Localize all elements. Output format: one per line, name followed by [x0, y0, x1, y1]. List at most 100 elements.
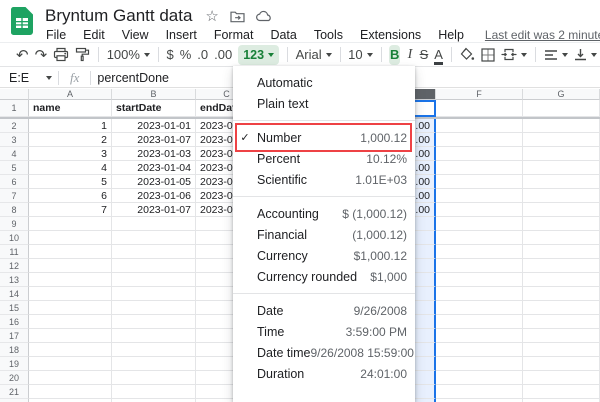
menu-item-date-time[interactable]: Date time 9/26/2008 15:59:00 [233, 342, 415, 363]
cell-F4[interactable] [436, 147, 523, 161]
menu-item-number[interactable]: ✓ Number 1,000.12 [233, 123, 415, 152]
redo-button[interactable]: ↷ [35, 45, 48, 65]
column-header-B[interactable]: B [112, 89, 196, 100]
last-edit-link[interactable]: Last edit was 2 minutes ago [485, 28, 600, 42]
cell-A11[interactable] [29, 245, 112, 259]
cell-F12[interactable] [436, 259, 523, 273]
paint-format-button[interactable] [75, 45, 90, 65]
cell-B5[interactable]: 2023-01-04 [112, 161, 196, 175]
cell-F10[interactable] [436, 231, 523, 245]
cell-F7[interactable] [436, 189, 523, 203]
cell-B4[interactable]: 2023-01-03 [112, 147, 196, 161]
cell-B1[interactable]: startDate [112, 100, 196, 117]
row-header-4[interactable]: 4 [0, 147, 29, 161]
merge-cells-button[interactable] [501, 45, 528, 65]
cell-G9[interactable] [523, 217, 600, 231]
menu-format[interactable]: Format [214, 28, 254, 42]
cell-F1[interactable] [436, 100, 523, 117]
menu-item-accounting[interactable]: Accounting $ (1,000.12) [233, 203, 415, 224]
row-header-20[interactable]: 20 [0, 371, 29, 385]
row-header-8[interactable]: 8 [0, 203, 29, 217]
row-header-11[interactable]: 11 [0, 245, 29, 259]
fill-color-button[interactable] [459, 45, 475, 65]
cell-A3[interactable]: 2 [29, 133, 112, 147]
cell-G12[interactable] [523, 259, 600, 273]
cell-A13[interactable] [29, 273, 112, 287]
cell-F19[interactable] [436, 357, 523, 371]
row-header-3[interactable]: 3 [0, 133, 29, 147]
cell-A20[interactable] [29, 371, 112, 385]
menu-item-plain-text[interactable]: Plain text [233, 93, 415, 114]
row-header-10[interactable]: 10 [0, 231, 29, 245]
cell-G8[interactable] [523, 203, 600, 217]
increase-decimal-button[interactable]: .00 [214, 45, 232, 65]
cell-A5[interactable]: 4 [29, 161, 112, 175]
cell-A10[interactable] [29, 231, 112, 245]
cell-A17[interactable] [29, 329, 112, 343]
column-header-A[interactable]: A [29, 89, 112, 100]
cell-F5[interactable] [436, 161, 523, 175]
column-header-F[interactable]: F [436, 89, 523, 100]
cell-B13[interactable] [112, 273, 196, 287]
cell-B18[interactable] [112, 343, 196, 357]
row-header-13[interactable]: 13 [0, 273, 29, 287]
cell-G19[interactable] [523, 357, 600, 371]
font-size-select[interactable]: 10 [348, 45, 373, 65]
row-header-14[interactable]: 14 [0, 287, 29, 301]
cell-G13[interactable] [523, 273, 600, 287]
row-header-15[interactable]: 15 [0, 301, 29, 315]
menu-insert[interactable]: Insert [166, 28, 197, 42]
cell-G14[interactable] [523, 287, 600, 301]
cell-B15[interactable] [112, 301, 196, 315]
menu-extensions[interactable]: Extensions [360, 28, 421, 42]
menu-item-time[interactable]: Time 3:59:00 PM [233, 321, 415, 342]
menu-item-percent[interactable]: Percent 10.12% [233, 148, 415, 169]
row-header-7[interactable]: 7 [0, 189, 29, 203]
cell-F17[interactable] [436, 329, 523, 343]
cell-F14[interactable] [436, 287, 523, 301]
menu-help[interactable]: Help [438, 28, 464, 42]
cell-B7[interactable]: 2023-01-06 [112, 189, 196, 203]
cell-B20[interactable] [112, 371, 196, 385]
cell-A16[interactable] [29, 315, 112, 329]
cell-F13[interactable] [436, 273, 523, 287]
cell-G15[interactable] [523, 301, 600, 315]
menu-item-automatic[interactable]: Automatic [233, 72, 415, 93]
menu-item-scientific[interactable]: Scientific 1.01E+03 [233, 169, 415, 190]
menu-tools[interactable]: Tools [314, 28, 343, 42]
row-header-9[interactable]: 9 [0, 217, 29, 231]
menu-item-currency-rounded[interactable]: Currency rounded $1,000 [233, 266, 415, 287]
row-header-6[interactable]: 6 [0, 175, 29, 189]
zoom-select[interactable]: 100% [107, 45, 150, 65]
cell-A4[interactable]: 3 [29, 147, 112, 161]
cell-F15[interactable] [436, 301, 523, 315]
cell-F11[interactable] [436, 245, 523, 259]
font-select[interactable]: Arial [296, 45, 332, 65]
row-header-5[interactable]: 5 [0, 161, 29, 175]
row-header-12[interactable]: 12 [0, 259, 29, 273]
cell-A21[interactable] [29, 385, 112, 399]
cell-G4[interactable] [523, 147, 600, 161]
menu-item-financial[interactable]: Financial (1,000.12) [233, 224, 415, 245]
cell-B2[interactable]: 2023-01-01 [112, 119, 196, 133]
cell-B16[interactable] [112, 315, 196, 329]
cell-F9[interactable] [436, 217, 523, 231]
sheets-logo-icon[interactable] [11, 7, 33, 35]
more-formats-button[interactable]: 123 [238, 44, 280, 65]
print-button[interactable] [53, 45, 69, 65]
row-header-16[interactable]: 16 [0, 315, 29, 329]
undo-button[interactable]: ↶ [16, 45, 29, 65]
row-header-19[interactable]: 19 [0, 357, 29, 371]
cell-G2[interactable] [523, 119, 600, 133]
cell-F16[interactable] [436, 315, 523, 329]
cell-B19[interactable] [112, 357, 196, 371]
cell-A14[interactable] [29, 287, 112, 301]
cell-F3[interactable] [436, 133, 523, 147]
cell-F18[interactable] [436, 343, 523, 357]
cell-B14[interactable] [112, 287, 196, 301]
cell-G18[interactable] [523, 343, 600, 357]
document-title[interactable]: Bryntum Gantt data [45, 6, 192, 26]
star-icon[interactable]: ☆ [205, 9, 218, 24]
menu-item-duration[interactable]: Duration 24:01:00 [233, 363, 415, 384]
cell-G20[interactable] [523, 371, 600, 385]
